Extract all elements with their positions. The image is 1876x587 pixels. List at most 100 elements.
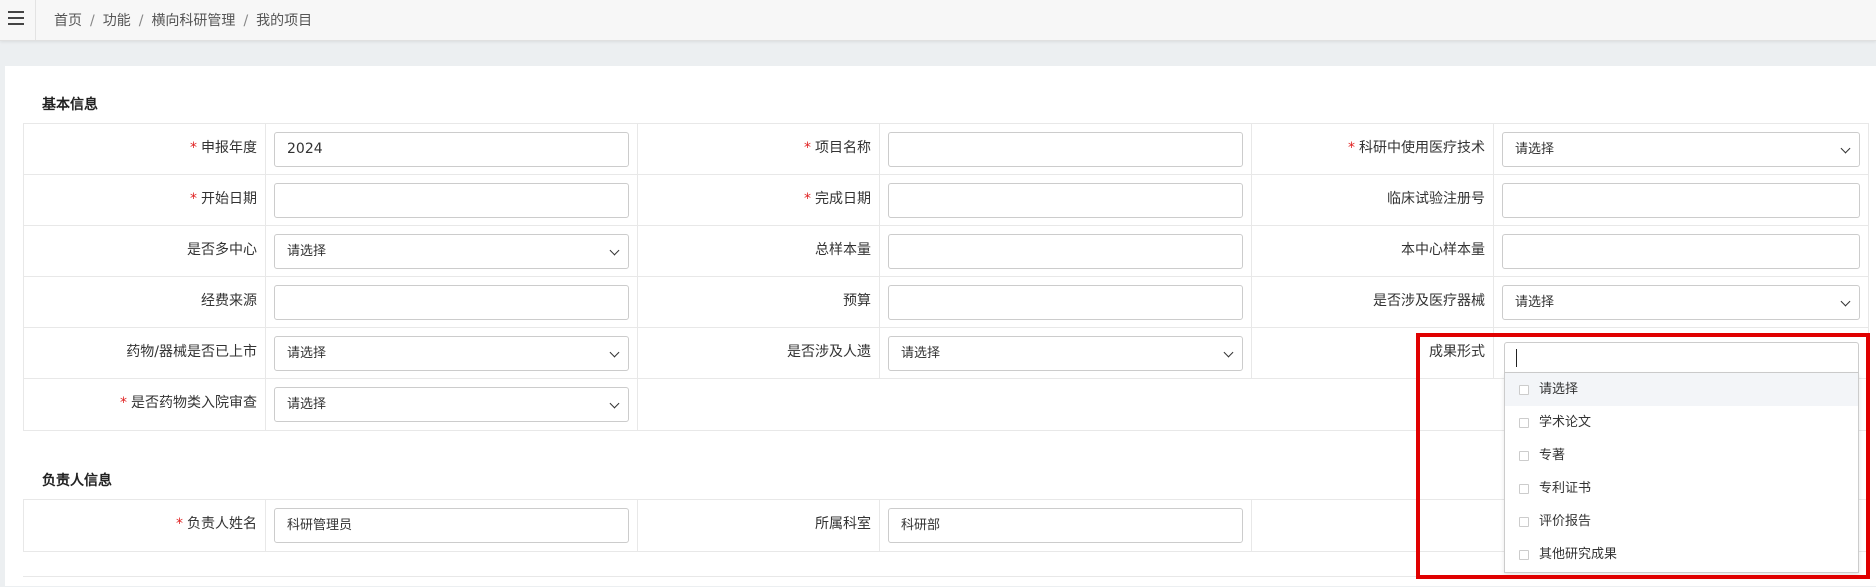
field-label: * 完成日期 <box>637 174 880 226</box>
field-label: * 科研中使用医疗技术 <box>1251 123 1494 175</box>
field-label: 临床试验注册号 <box>1251 174 1494 226</box>
end-date-input[interactable] <box>888 183 1243 218</box>
breadcrumb-function[interactable]: 功能 <box>103 13 131 29</box>
field-cell <box>879 123 1252 175</box>
option-label: 评价报告 <box>1539 514 1592 529</box>
option-label: 专利证书 <box>1539 481 1592 496</box>
field-cell: 请选择 <box>1493 123 1869 175</box>
breadcrumb-current: 我的项目 <box>256 13 313 29</box>
clinical-trial-reg-input[interactable] <box>1502 183 1860 218</box>
label-text: 药物/器械是否已上市 <box>126 344 257 360</box>
label-text: 是否药物类入院审查 <box>131 395 257 411</box>
checkbox[interactable] <box>1519 550 1529 560</box>
market-status-select[interactable]: 请选择 <box>274 336 629 371</box>
dropdown-option[interactable]: 评价报告 <box>1505 505 1858 538</box>
field-label: 预算 <box>637 276 880 328</box>
field-cell <box>265 174 638 226</box>
drug-review-select[interactable]: 请选择 <box>274 387 629 422</box>
field-cell <box>879 225 1252 277</box>
label-text: 本中心样本量 <box>1401 242 1485 258</box>
breadcrumb-home[interactable]: 首页 <box>54 13 82 29</box>
dropdown-option[interactable]: 请选择 <box>1505 373 1858 406</box>
label-text: 是否多中心 <box>187 242 257 258</box>
label-text: 科研中使用医疗技术 <box>1359 140 1485 156</box>
field-cell <box>1493 225 1869 277</box>
field-label: 总样本量 <box>637 225 880 277</box>
chevron-down-icon <box>1223 347 1234 358</box>
report-year-input[interactable]: 2024 <box>274 132 629 167</box>
field-label: * 申报年度 <box>23 123 266 175</box>
field-cell <box>1493 174 1869 226</box>
option-label: 其他研究成果 <box>1539 547 1618 562</box>
multicenter-select[interactable]: 请选择 <box>274 234 629 269</box>
checkbox[interactable] <box>1519 451 1529 461</box>
field-label: 是否多中心 <box>23 225 266 277</box>
field-cell <box>265 276 638 328</box>
top-bar: 首页 / 功能 / 横向科研管理 / 我的项目 <box>0 0 1876 41</box>
label-text: 总样本量 <box>815 242 871 258</box>
start-date-input[interactable] <box>274 183 629 218</box>
hamburger-menu-icon[interactable] <box>8 11 24 25</box>
field-label: 经费来源 <box>23 276 266 328</box>
chevron-down-icon <box>609 245 620 256</box>
option-label: 专著 <box>1539 448 1566 463</box>
chevron-down-icon <box>609 347 620 358</box>
dropdown-option[interactable]: 学术论文 <box>1505 406 1858 439</box>
leader-name-input[interactable]: 科研管理员 <box>274 508 629 543</box>
label-text: 是否涉及医疗器械 <box>1373 293 1485 309</box>
breadcrumb-horizontal-research[interactable]: 横向科研管理 <box>151 13 235 29</box>
result-form-search-input[interactable] <box>1504 342 1859 373</box>
center-sample-input[interactable] <box>1502 234 1860 269</box>
breadcrumb-separator: / <box>138 13 144 29</box>
department-input[interactable]: 科研部 <box>888 508 1243 543</box>
label-text: 所属科室 <box>815 516 871 532</box>
chevron-down-icon <box>1840 296 1851 307</box>
field-cell: 请选择 <box>265 327 638 379</box>
field-label: * 是否药物类入院审查 <box>23 378 266 431</box>
required-mark: * <box>1348 140 1355 156</box>
field-cell: 请选择 <box>1493 276 1869 328</box>
field-cell <box>879 276 1252 328</box>
option-label: 请选择 <box>1539 382 1579 397</box>
label-text: 是否涉及人遗 <box>787 344 871 360</box>
required-mark: * <box>804 191 811 207</box>
field-cell: 请选择 <box>879 327 1252 379</box>
field-cell: 科研管理员 <box>265 499 638 552</box>
project-name-input[interactable] <box>888 132 1243 167</box>
total-sample-input[interactable] <box>888 234 1243 269</box>
divider <box>35 0 36 40</box>
field-cell: 请选择 <box>265 378 638 431</box>
form-row: * 开始日期 * 完成日期 临床试验注册号 <box>23 174 1869 226</box>
label-text: 成果形式 <box>1429 344 1485 360</box>
checkbox[interactable] <box>1519 517 1529 527</box>
field-label: 本中心样本量 <box>1251 225 1494 277</box>
select-value: 请选择 <box>1515 295 1555 310</box>
label-text: 项目名称 <box>815 140 871 156</box>
checkbox[interactable] <box>1519 385 1529 395</box>
breadcrumb: 首页 / 功能 / 横向科研管理 / 我的项目 <box>54 10 312 30</box>
label-text: 经费来源 <box>201 293 257 309</box>
label-text: 申报年度 <box>201 140 257 156</box>
field-label: 所属科室 <box>637 499 880 552</box>
budget-input[interactable] <box>888 285 1243 320</box>
checkbox[interactable] <box>1519 484 1529 494</box>
select-value: 请选择 <box>287 244 327 259</box>
dropdown-option[interactable]: 专著 <box>1505 439 1858 472</box>
dropdown-option[interactable]: 其他研究成果 <box>1505 538 1858 571</box>
field-label: 是否涉及人遗 <box>637 327 880 379</box>
dropdown-option[interactable]: 专利证书 <box>1505 472 1858 505</box>
section-title-basic: 基本信息 <box>42 97 98 113</box>
medical-device-select[interactable]: 请选择 <box>1502 285 1860 320</box>
select-value: 请选择 <box>901 346 941 361</box>
funding-source-input[interactable] <box>274 285 629 320</box>
option-label: 学术论文 <box>1539 415 1592 430</box>
medical-tech-select[interactable]: 请选择 <box>1502 132 1860 167</box>
checkbox[interactable] <box>1519 418 1529 428</box>
label-text: 负责人姓名 <box>187 516 257 532</box>
result-form-dropdown: 请选择 学术论文 专著 专利证书 评价报告 其他研究成果 <box>1504 373 1859 573</box>
field-label: * 项目名称 <box>637 123 880 175</box>
field-cell <box>879 174 1252 226</box>
label-text: 临床试验注册号 <box>1387 191 1485 207</box>
human-genetic-select[interactable]: 请选择 <box>888 336 1243 371</box>
field-label: * 负责人姓名 <box>23 499 266 552</box>
